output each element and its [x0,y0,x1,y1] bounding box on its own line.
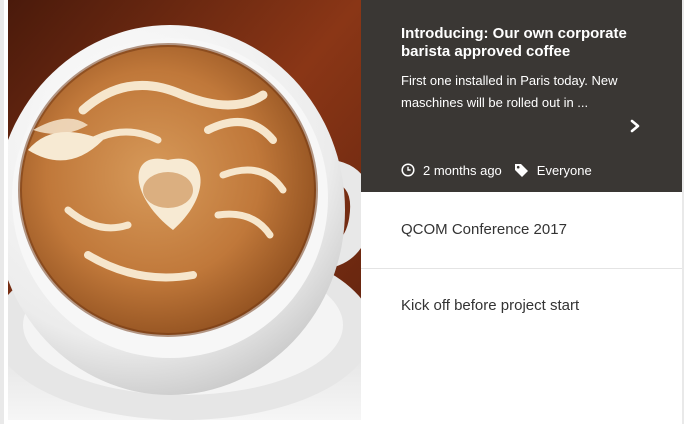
featured-news-image[interactable] [8,0,361,420]
publish-time: 2 months ago [423,162,502,178]
read-more-button[interactable] [623,113,647,139]
tag-icon [514,163,529,178]
chevron-right-icon [630,119,640,133]
coffee-cup-photo [8,0,361,420]
clock-icon [401,163,415,177]
featured-news-meta: 2 months ago Everyone [401,160,592,180]
news-item-title[interactable]: Kick off before project start [401,297,579,314]
featured-news-panel[interactable]: Introducing: Our own corporate barista a… [361,0,682,192]
news-item[interactable]: Kick off before project start [361,269,682,424]
audience-label[interactable]: Everyone [537,163,592,178]
featured-news-title[interactable]: Introducing: Our own corporate barista a… [401,25,666,61]
news-web-part: Introducing: Our own corporate barista a… [0,0,684,424]
news-item[interactable]: QCOM Conference 2017 [361,192,682,269]
news-item-title[interactable]: QCOM Conference 2017 [401,221,567,238]
featured-news-excerpt: First one installed in Paris today. New … [401,73,618,110]
news-list: Introducing: Our own corporate barista a… [361,0,682,424]
